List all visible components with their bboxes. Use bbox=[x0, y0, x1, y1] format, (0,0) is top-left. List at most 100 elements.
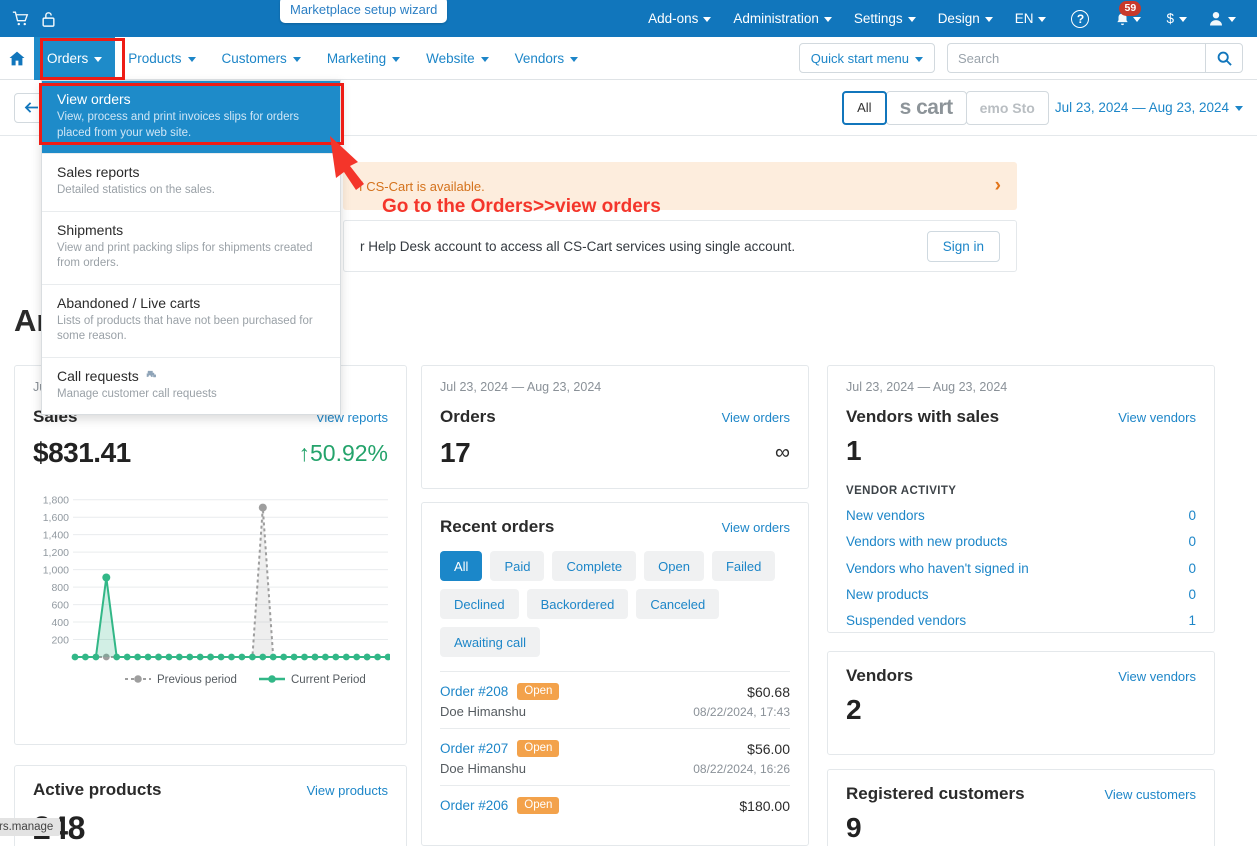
unlock-icon[interactable] bbox=[42, 11, 55, 27]
order-status-badge: Open bbox=[517, 683, 560, 700]
vendor-activity-name-link[interactable]: New vendors bbox=[846, 505, 925, 527]
vendors-card-view-link[interactable]: View vendors bbox=[1118, 669, 1196, 684]
order-id-link[interactable]: Order #207 bbox=[440, 741, 508, 756]
vendor-activity-value: 1 bbox=[1188, 613, 1196, 629]
orders-view-orders-link[interactable]: View orders bbox=[722, 410, 790, 425]
chart-data-point bbox=[238, 653, 246, 661]
order-row[interactable]: Order #207 Open $56.00 Doe Himanshu 08/22/20… bbox=[440, 728, 790, 785]
chevron-down-icon bbox=[703, 17, 712, 22]
orders-menu-item-title: Abandoned / Live carts bbox=[57, 294, 201, 311]
order-filter-awaiting-call[interactable]: Awaiting call bbox=[440, 627, 541, 657]
recent-orders-view-link[interactable]: View orders bbox=[722, 520, 790, 535]
help-button[interactable]: ? bbox=[1057, 0, 1103, 37]
marketplace-setup-wizard-tooltip[interactable]: Marketplace setup wizard bbox=[280, 0, 448, 23]
recent-orders-list: Order #208 Open $60.68 Doe Himanshu 08/22/20… bbox=[440, 671, 790, 823]
view-customers-link[interactable]: View customers bbox=[1104, 787, 1196, 802]
orders-menu-item-abandoned-live-carts[interactable]: Abandoned / Live carts Lists of products … bbox=[42, 283, 340, 357]
storefront-option-all[interactable]: All bbox=[842, 90, 887, 125]
vendor-activity-row: Suspended vendors 1 bbox=[846, 608, 1196, 634]
notification-badge: 59 bbox=[1119, 1, 1142, 16]
cart-icon[interactable] bbox=[12, 11, 29, 27]
topbar-menu-label: Settings bbox=[853, 11, 903, 26]
chart-y-tick-label: 1,000 bbox=[43, 565, 69, 577]
topbar-menu-administration[interactable]: Administration bbox=[722, 0, 843, 37]
search-input[interactable] bbox=[947, 43, 1205, 73]
vendor-activity-name-link[interactable]: Suspended vendors bbox=[846, 610, 966, 632]
order-id-link[interactable]: Order #206 bbox=[440, 798, 508, 813]
order-amount: $56.00 bbox=[747, 740, 790, 757]
chart-data-point bbox=[196, 653, 204, 661]
order-filter-canceled[interactable]: Canceled bbox=[636, 589, 720, 619]
vendor-activity-name-link[interactable]: New products bbox=[846, 584, 929, 606]
orders-menu-item-sales-reports[interactable]: Sales reports Detailed statistics on the … bbox=[42, 153, 340, 211]
currency-selector[interactable]: $ bbox=[1155, 0, 1198, 37]
order-amount: $60.68 bbox=[747, 683, 790, 700]
nav-item-orders[interactable]: Orders bbox=[34, 36, 116, 80]
topbar-menu-addons[interactable]: Add-ons bbox=[637, 0, 722, 37]
sign-in-button[interactable]: Sign in bbox=[926, 230, 1000, 262]
vendor-activity-value: 0 bbox=[1188, 534, 1196, 550]
notifications-button[interactable]: 59 bbox=[1103, 0, 1155, 37]
order-filter-all[interactable]: All bbox=[440, 551, 483, 581]
home-icon[interactable] bbox=[0, 37, 34, 80]
date-range-selector[interactable]: Jul 23, 2024 — Aug 23, 2024 bbox=[1049, 100, 1243, 115]
orders-menu-item-call-requests[interactable]: Call requests Manage customer call reques… bbox=[42, 356, 340, 415]
storefront-option-cscart[interactable]: s cart bbox=[885, 90, 967, 125]
order-filter-complete[interactable]: Complete bbox=[552, 551, 637, 581]
chevron-down-icon bbox=[907, 17, 916, 22]
chart-data-point bbox=[82, 653, 89, 661]
chart-data-point bbox=[71, 653, 79, 661]
vendors-with-sales-view-link[interactable]: View vendors bbox=[1118, 410, 1196, 425]
order-row-primary-line: Order #208 Open $60.68 bbox=[440, 683, 790, 700]
nav-item-customers[interactable]: Customers bbox=[209, 37, 314, 80]
nav-item-marketing[interactable]: Marketing bbox=[314, 37, 413, 80]
topbar-menu-settings[interactable]: Settings bbox=[843, 0, 927, 37]
chevron-down-icon bbox=[1228, 17, 1236, 22]
chart-data-point bbox=[363, 653, 371, 661]
topbar-menu-design[interactable]: Design bbox=[927, 0, 1004, 37]
storefront-selector[interactable]: All s cart emo Sto bbox=[842, 90, 1049, 125]
top-utility-bar: Add-ons Administration Settings Design E… bbox=[0, 0, 1257, 37]
vendors-card: Vendors View vendors 2 bbox=[827, 651, 1215, 755]
order-filter-paid[interactable]: Paid bbox=[490, 551, 545, 581]
nav-item-website[interactable]: Website bbox=[413, 37, 502, 80]
order-filter-open[interactable]: Open bbox=[644, 551, 704, 581]
search-submit-button[interactable] bbox=[1205, 43, 1243, 73]
currency-label: $ bbox=[1166, 11, 1174, 26]
order-row[interactable]: Order #206 Open $180.00 bbox=[440, 785, 790, 823]
order-row-secondary-line: Doe Himanshu 08/22/2024, 16:26 bbox=[440, 761, 790, 776]
order-status-badge: Open bbox=[517, 797, 560, 814]
orders-card: Jul 23, 2024 — Aug 23, 2024 Orders View … bbox=[421, 365, 809, 489]
view-products-link[interactable]: View products bbox=[307, 783, 388, 798]
orders-menu-item-view-orders[interactable]: View orders View, process and print invoi… bbox=[42, 81, 340, 154]
upgrade-notice-text: f CS-Cart is available. bbox=[359, 178, 485, 194]
sales-total-value: $831.41 bbox=[33, 437, 131, 468]
topbar-menu-label: Add-ons bbox=[648, 11, 699, 26]
chart-data-point bbox=[144, 653, 152, 661]
chevron-down-icon bbox=[570, 56, 579, 62]
vendor-activity-name-link[interactable]: Vendors with new products bbox=[846, 531, 1007, 553]
nav-item-vendors[interactable]: Vendors bbox=[502, 37, 592, 80]
chart-y-tick-label: 600 bbox=[51, 600, 69, 612]
storefront-option-demo-store[interactable]: emo Sto bbox=[965, 90, 1049, 125]
chevron-down-icon bbox=[1179, 17, 1187, 22]
chart-data-point bbox=[217, 653, 225, 661]
chart-y-tick-label: 800 bbox=[51, 582, 69, 594]
chevron-right-icon[interactable]: › bbox=[995, 175, 1001, 197]
nav-item-label: Customers bbox=[221, 50, 287, 66]
topbar-language-selector[interactable]: EN bbox=[1004, 0, 1058, 37]
user-account-menu[interactable] bbox=[1198, 0, 1247, 37]
chevron-down-icon bbox=[984, 17, 993, 22]
chart-data-point bbox=[384, 653, 392, 661]
orders-menu-item-shipments[interactable]: Shipments View and print packing slips fo… bbox=[42, 210, 340, 284]
vendor-activity-name-link[interactable]: Vendors who haven't signed in bbox=[846, 558, 1029, 580]
nav-item-products[interactable]: Products bbox=[115, 37, 208, 80]
sales-chart-svg: 200 400 600 800 1,000 1,200 1,400 1,600 1,800 Pre… bbox=[43, 495, 392, 686]
order-filter-declined[interactable]: Declined bbox=[440, 589, 519, 619]
quick-start-menu-button[interactable]: Quick start menu bbox=[798, 43, 935, 73]
order-filter-failed[interactable]: Failed bbox=[711, 551, 776, 581]
order-id-link[interactable]: Order #208 bbox=[440, 684, 508, 699]
vendor-activity-value: 0 bbox=[1188, 560, 1196, 576]
order-row[interactable]: Order #208 Open $60.68 Doe Himanshu 08/22/20… bbox=[440, 671, 790, 728]
order-filter-backordered[interactable]: Backordered bbox=[526, 589, 629, 619]
